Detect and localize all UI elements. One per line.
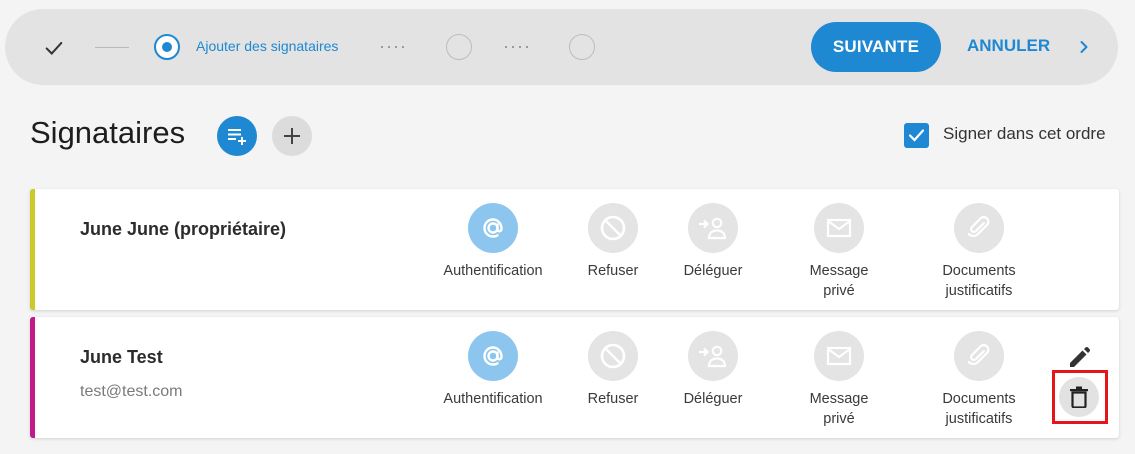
authentication-option[interactable]: Authentification xyxy=(423,203,563,281)
mail-icon xyxy=(826,346,852,366)
supporting-documents-option[interactable]: Documents justificatifs xyxy=(909,331,1049,429)
trash-icon xyxy=(1070,386,1088,408)
page-title: Signataires xyxy=(30,115,186,150)
private-message-option[interactable]: Message privé xyxy=(769,203,909,301)
step-current-label: Ajouter des signataires xyxy=(196,38,339,54)
step-connector-line xyxy=(95,47,129,48)
delegate-label: Déléguer xyxy=(683,263,743,279)
signer-card: June June (propriétaire) Authentificatio… xyxy=(30,189,1119,310)
at-sign-icon xyxy=(483,346,503,366)
supporting-documents-label: Documents justificatifs xyxy=(942,263,1016,299)
chevron-right-icon[interactable] xyxy=(1076,39,1092,55)
signer-card: June Test test@test.com Authentification… xyxy=(30,317,1119,438)
step-current-indicator xyxy=(154,34,180,60)
block-icon xyxy=(600,215,626,241)
paperclip-icon xyxy=(967,344,990,366)
delegate-option[interactable]: Déléguer xyxy=(643,331,783,409)
add-signer-button[interactable] xyxy=(272,116,312,156)
step-connector-dots xyxy=(381,46,411,48)
private-message-label: Message privé xyxy=(809,263,869,299)
private-message-option[interactable]: Message privé xyxy=(769,331,909,429)
authentication-label: Authentification xyxy=(443,391,543,407)
delete-signer-button[interactable] xyxy=(1059,377,1099,417)
authentication-option[interactable]: Authentification xyxy=(423,331,563,409)
step-upcoming-indicator xyxy=(569,34,595,60)
stepper-bar: Ajouter des signataires SUIVANTE ANNULER xyxy=(5,9,1118,85)
at-sign-icon xyxy=(483,218,503,238)
checkmark-icon xyxy=(908,129,925,142)
delegate-person-icon xyxy=(699,345,727,368)
playlist-add-icon xyxy=(228,129,246,145)
authentication-label: Authentification xyxy=(443,263,543,279)
cancel-button[interactable]: ANNULER xyxy=(967,33,1050,59)
edit-pencil-icon[interactable] xyxy=(1066,345,1092,371)
delegate-person-icon xyxy=(699,217,727,240)
signer-name: June June (propriétaire) xyxy=(80,219,287,239)
mail-icon xyxy=(826,218,852,238)
sign-in-order-checkbox[interactable] xyxy=(904,123,929,148)
step-connector-dots xyxy=(505,46,535,48)
delegate-label: Déléguer xyxy=(683,391,743,407)
step-upcoming-indicator xyxy=(446,34,472,60)
block-icon xyxy=(600,343,626,369)
next-button[interactable]: SUIVANTE xyxy=(811,22,941,72)
signer-email: test@test.com xyxy=(80,383,183,400)
paperclip-icon xyxy=(967,216,990,238)
supporting-documents-label: Documents justificatifs xyxy=(942,391,1016,427)
checkmark-icon xyxy=(45,41,63,55)
plus-icon xyxy=(284,128,300,144)
private-message-label: Message privé xyxy=(809,391,869,427)
delegate-option[interactable]: Déléguer xyxy=(643,203,783,281)
sign-in-order-label[interactable]: Signer dans cet ordre xyxy=(943,124,1106,144)
supporting-documents-option[interactable]: Documents justificatifs xyxy=(909,203,1049,301)
signer-name: June Test xyxy=(80,347,163,367)
add-signer-from-list-button[interactable] xyxy=(217,116,257,156)
